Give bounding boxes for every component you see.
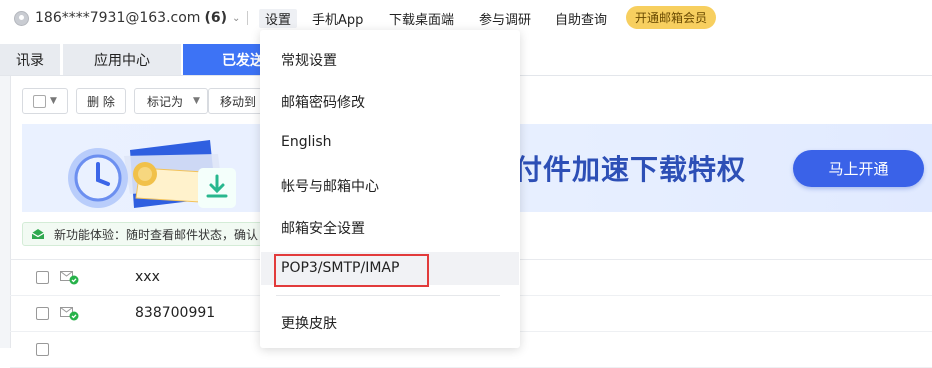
download-desktop-link[interactable]: 下载桌面端 xyxy=(389,9,454,28)
chevron-down-icon: ▼ xyxy=(193,96,200,106)
banner-illustration-icon xyxy=(68,140,236,208)
settings-menu-link[interactable]: 设置 xyxy=(259,9,298,28)
banner-title: 付件加速下载特权 xyxy=(514,153,747,186)
open-now-button[interactable]: 马上开通 xyxy=(793,150,924,187)
account-email: 186****7931@163.com xyxy=(35,10,201,26)
delete-button[interactable]: 删 除 xyxy=(76,88,126,114)
mark-as-button[interactable]: 标记为 ▼ xyxy=(134,88,208,114)
mail-sent-icon xyxy=(60,307,79,321)
vip-button[interactable]: 开通邮箱会员 xyxy=(626,6,716,29)
mail-sent-icon xyxy=(60,271,79,285)
menu-item-english[interactable]: English xyxy=(281,134,332,150)
survey-link[interactable]: 参与调研 xyxy=(479,9,531,28)
menu-item-security-settings[interactable]: 邮箱安全设置 xyxy=(281,218,365,238)
account-switcher[interactable]: 186****7931@163.com (6) ⌄ xyxy=(14,8,240,28)
row-checkbox[interactable] xyxy=(36,307,49,320)
move-to-button[interactable]: 移动到 xyxy=(208,88,268,114)
mail-subject: 838700991 xyxy=(135,305,216,321)
mail-subject: xxx xyxy=(135,269,160,285)
unread-count: (6) xyxy=(204,10,227,26)
mail-open-icon xyxy=(31,229,45,239)
row-checkbox[interactable] xyxy=(36,271,49,284)
mark-as-label: 标记为 xyxy=(147,94,184,109)
mobile-app-link[interactable]: 手机App xyxy=(312,9,363,28)
tab-app-center[interactable]: 应用中心 xyxy=(63,44,181,75)
avatar-icon xyxy=(14,10,29,26)
menu-item-change-skin[interactable]: 更换皮肤 xyxy=(281,313,337,333)
chevron-down-icon: ⌄ xyxy=(231,12,241,24)
row-checkbox[interactable] xyxy=(36,343,49,356)
menu-item-change-password[interactable]: 邮箱密码修改 xyxy=(281,92,365,112)
highlight-box xyxy=(274,254,429,287)
select-all-checkbox[interactable] xyxy=(33,94,47,108)
menu-divider xyxy=(276,295,500,296)
menu-item-general-settings[interactable]: 常规设置 xyxy=(281,50,337,70)
new-feature-notice: 新功能体验：随时查看邮件状态，确认 xyxy=(22,222,282,246)
divider xyxy=(247,11,248,25)
chevron-down-icon: ▼ xyxy=(50,96,57,106)
tab-contacts[interactable]: 讯录 xyxy=(0,44,60,75)
self-service-link[interactable]: 自助查询 xyxy=(555,9,607,28)
select-all-dropdown[interactable]: ▼ xyxy=(22,88,68,114)
menu-item-account-center[interactable]: 帐号与邮箱中心 xyxy=(281,176,379,196)
notice-text: 新功能体验：随时查看邮件状态，确认 xyxy=(54,227,259,242)
